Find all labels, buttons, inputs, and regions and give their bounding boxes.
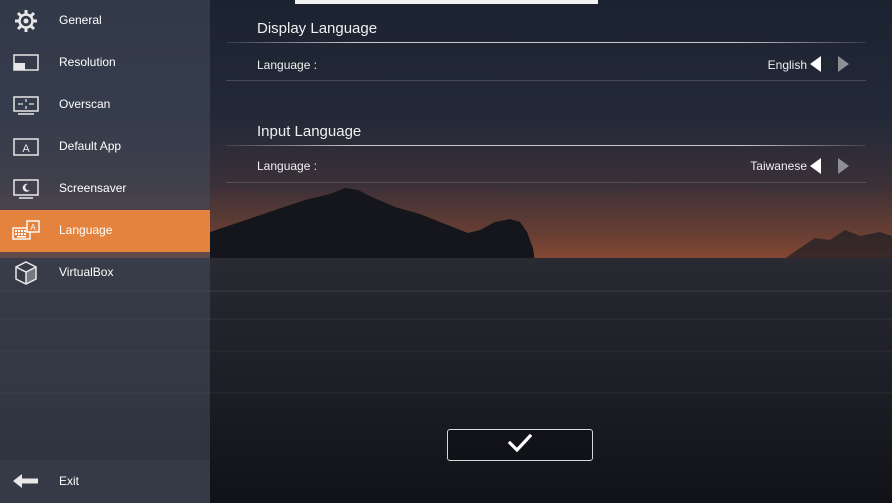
sidebar-item-general[interactable]: General bbox=[0, 0, 210, 42]
default-app-icon: A bbox=[12, 133, 40, 161]
input-language-row-label: Language : bbox=[257, 159, 318, 173]
sidebar-item-label: Screensaver bbox=[59, 181, 127, 195]
arrow-left-icon bbox=[12, 470, 40, 492]
svg-text:A: A bbox=[30, 223, 36, 232]
sidebar-item-label: Default App bbox=[59, 139, 122, 153]
sidebar-item-resolution[interactable]: Resolution bbox=[0, 42, 210, 84]
resolution-icon bbox=[12, 49, 40, 77]
gear-icon bbox=[12, 7, 40, 35]
input-language-value: Taiwanese bbox=[750, 159, 807, 173]
display-language-row-label: Language : bbox=[257, 58, 318, 72]
sidebar-item-label: General bbox=[59, 13, 102, 27]
sidebar-item-screensaver[interactable]: Screensaver bbox=[0, 168, 210, 210]
svg-text:A: A bbox=[22, 143, 30, 155]
sidebar: General Resolution Overscan A Default Ap… bbox=[0, 0, 210, 503]
keyboard-language-icon: A bbox=[12, 217, 40, 245]
display-language-next-arrow[interactable] bbox=[838, 56, 849, 72]
sidebar-item-overscan[interactable]: Overscan bbox=[0, 84, 210, 126]
screensaver-icon bbox=[12, 175, 40, 203]
display-language-title: Display Language bbox=[257, 20, 378, 37]
exit-button[interactable]: Exit bbox=[0, 460, 210, 503]
sidebar-item-label: Resolution bbox=[59, 55, 116, 69]
display-language-prev-arrow[interactable] bbox=[810, 56, 821, 72]
exit-label: Exit bbox=[59, 474, 80, 488]
input-language-next-arrow[interactable] bbox=[838, 158, 849, 174]
language-settings-panel: Display Language Language : English Inpu… bbox=[210, 0, 892, 503]
virtualbox-cube-icon bbox=[12, 259, 40, 287]
row-divider bbox=[226, 80, 866, 81]
input-language-prev-arrow[interactable] bbox=[810, 158, 821, 174]
sidebar-item-label: Overscan bbox=[59, 97, 111, 111]
sidebar-item-label: Language bbox=[59, 223, 113, 237]
input-language-title: Input Language bbox=[257, 123, 362, 140]
row-divider bbox=[226, 182, 866, 183]
overscan-icon bbox=[12, 91, 40, 119]
section-divider bbox=[226, 145, 866, 146]
sidebar-item-default-app[interactable]: A Default App bbox=[0, 126, 210, 168]
sidebar-item-language[interactable]: A Language bbox=[0, 210, 210, 252]
sidebar-item-virtualbox[interactable]: VirtualBox bbox=[0, 252, 210, 294]
section-divider bbox=[226, 42, 866, 43]
sidebar-item-label: VirtualBox bbox=[59, 265, 114, 279]
confirm-button[interactable] bbox=[447, 429, 593, 461]
display-language-value: English bbox=[767, 58, 807, 72]
checkmark-icon bbox=[507, 433, 533, 457]
